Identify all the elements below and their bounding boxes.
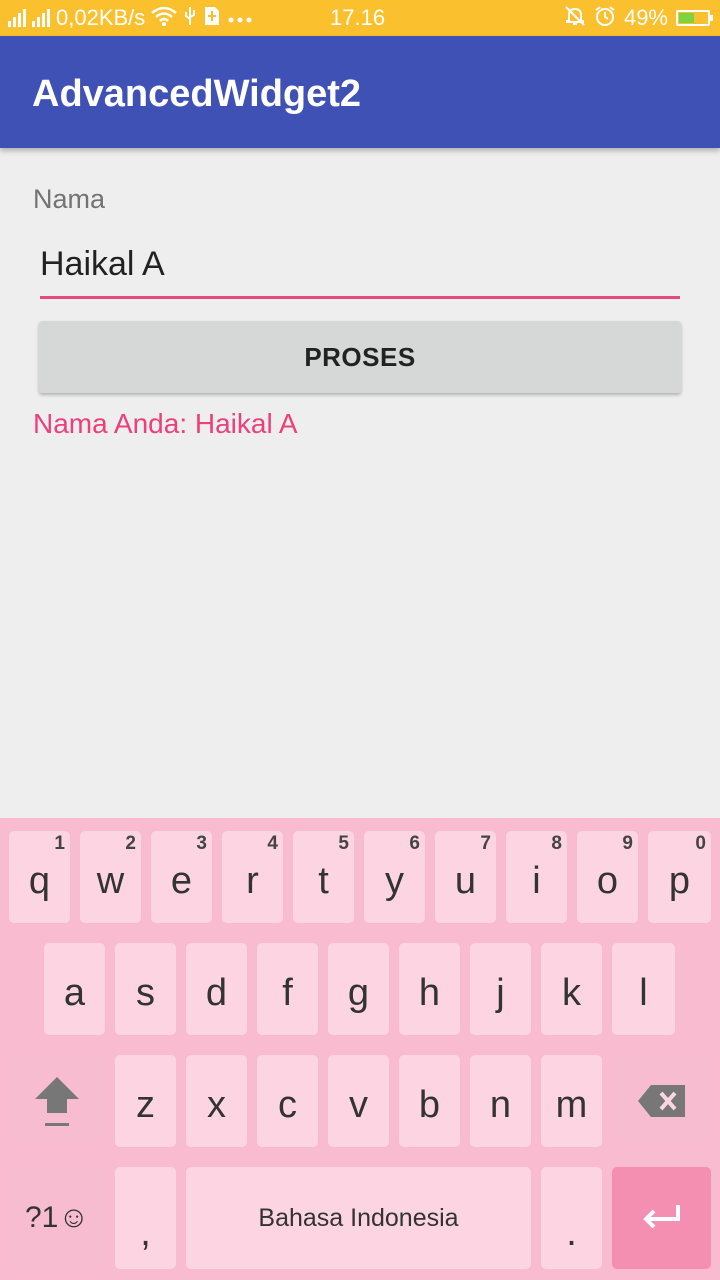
key-letter: f — [282, 971, 293, 1014]
key-number: 5 — [338, 833, 349, 854]
soft-keyboard: 1q 2w 3e 4r 5t 6y 7u 8i 9o 0p a s d f g … — [0, 818, 720, 1280]
key-b[interactable]: b — [399, 1055, 460, 1147]
space-label: Bahasa Indonesia — [258, 1203, 459, 1232]
usb-icon — [183, 6, 197, 30]
key-m[interactable]: m — [541, 1055, 602, 1147]
shift-key[interactable] — [9, 1055, 105, 1147]
key-j[interactable]: j — [470, 943, 531, 1035]
key-number: 7 — [480, 833, 491, 854]
period-label: . — [566, 1211, 577, 1254]
key-e[interactable]: 3e — [151, 831, 212, 923]
key-letter: r — [246, 859, 259, 902]
key-number: 8 — [551, 833, 562, 854]
mute-icon — [564, 5, 586, 31]
app-bar: AdvancedWidget2 — [0, 36, 720, 148]
key-s[interactable]: s — [115, 943, 176, 1035]
key-v[interactable]: v — [328, 1055, 389, 1147]
key-letter: t — [318, 859, 329, 902]
key-letter: y — [385, 859, 404, 902]
key-n[interactable]: n — [470, 1055, 531, 1147]
sim-icon — [203, 5, 221, 31]
key-x[interactable]: x — [186, 1055, 247, 1147]
key-number: 3 — [196, 833, 207, 854]
signal-icon — [32, 9, 50, 27]
name-input[interactable] — [40, 236, 680, 292]
key-number: 9 — [622, 833, 633, 854]
enter-icon — [642, 1205, 680, 1229]
key-letter: l — [639, 971, 648, 1014]
clock: 17.16 — [330, 5, 386, 30]
backspace-key[interactable] — [612, 1055, 711, 1147]
key-d[interactable]: d — [186, 943, 247, 1035]
key-number: 4 — [267, 833, 278, 854]
symbols-key[interactable]: ?1☺ — [9, 1167, 105, 1269]
comma-key[interactable]: , — [115, 1167, 176, 1269]
space-key[interactable]: Bahasa Indonesia — [186, 1167, 531, 1269]
key-letter: m — [555, 1083, 588, 1126]
key-t[interactable]: 5t — [293, 831, 354, 923]
key-number: 0 — [695, 833, 706, 854]
key-letter: v — [349, 1083, 368, 1126]
key-letter: p — [668, 859, 691, 902]
key-letter: k — [562, 971, 581, 1014]
key-letter: g — [347, 971, 370, 1014]
key-number: 1 — [54, 833, 65, 854]
key-y[interactable]: 6y — [364, 831, 425, 923]
key-letter: c — [278, 1083, 297, 1126]
key-letter: d — [205, 971, 228, 1014]
app-title: AdvancedWidget2 — [32, 73, 362, 115]
period-key[interactable]: . — [541, 1167, 602, 1269]
name-field-container — [40, 236, 680, 299]
battery-percent: 49% — [623, 5, 668, 30]
key-letter: z — [136, 1083, 155, 1126]
proses-button[interactable]: PROSES — [39, 321, 681, 393]
key-letter: n — [489, 1083, 512, 1126]
key-g[interactable]: g — [328, 943, 389, 1035]
key-q[interactable]: 1q — [9, 831, 70, 923]
key-f[interactable]: f — [257, 943, 318, 1035]
key-letter: u — [454, 859, 477, 902]
status-right: 49% — [564, 0, 713, 36]
key-o[interactable]: 9o — [577, 831, 638, 923]
wifi-icon — [151, 6, 178, 30]
key-letter: q — [28, 859, 51, 902]
key-letter: b — [418, 1083, 441, 1126]
key-k[interactable]: k — [541, 943, 602, 1035]
key-r[interactable]: 4r — [222, 831, 283, 923]
key-letter: s — [136, 971, 155, 1014]
key-letter: x — [207, 1083, 226, 1126]
status-bar: 0,02KB/s 17.16 49% — [0, 0, 720, 36]
symbols-label: ?1☺ — [25, 1201, 89, 1234]
comma-label: , — [140, 1211, 151, 1254]
key-letter: o — [596, 859, 619, 902]
key-c[interactable]: c — [257, 1055, 318, 1147]
key-letter: e — [170, 859, 193, 902]
alarm-icon — [594, 5, 616, 31]
key-w[interactable]: 2w — [80, 831, 141, 923]
network-speed: 0,02KB/s — [56, 5, 146, 30]
battery-icon — [676, 10, 713, 26]
key-number: 6 — [409, 833, 420, 854]
key-i[interactable]: 8i — [506, 831, 567, 923]
status-left: 0,02KB/s — [8, 0, 253, 36]
key-p[interactable]: 0p — [648, 831, 711, 923]
key-letter: j — [496, 971, 505, 1014]
more-icon — [227, 8, 253, 28]
key-letter: i — [532, 859, 541, 902]
backspace-icon — [637, 1085, 685, 1117]
key-number: 2 — [125, 833, 136, 854]
key-h[interactable]: h — [399, 943, 460, 1035]
key-letter: w — [96, 859, 125, 902]
key-z[interactable]: z — [115, 1055, 176, 1147]
key-u[interactable]: 7u — [435, 831, 496, 923]
key-l[interactable]: l — [612, 943, 675, 1035]
result-text: Nama Anda: Haikal A — [33, 408, 298, 439]
key-a[interactable]: a — [44, 943, 105, 1035]
name-label: Nama — [33, 184, 106, 214]
enter-key[interactable] — [612, 1167, 711, 1269]
signal-icon — [8, 9, 26, 27]
key-letter: h — [418, 971, 441, 1014]
key-letter: a — [63, 971, 86, 1014]
shift-icon — [35, 1077, 79, 1126]
